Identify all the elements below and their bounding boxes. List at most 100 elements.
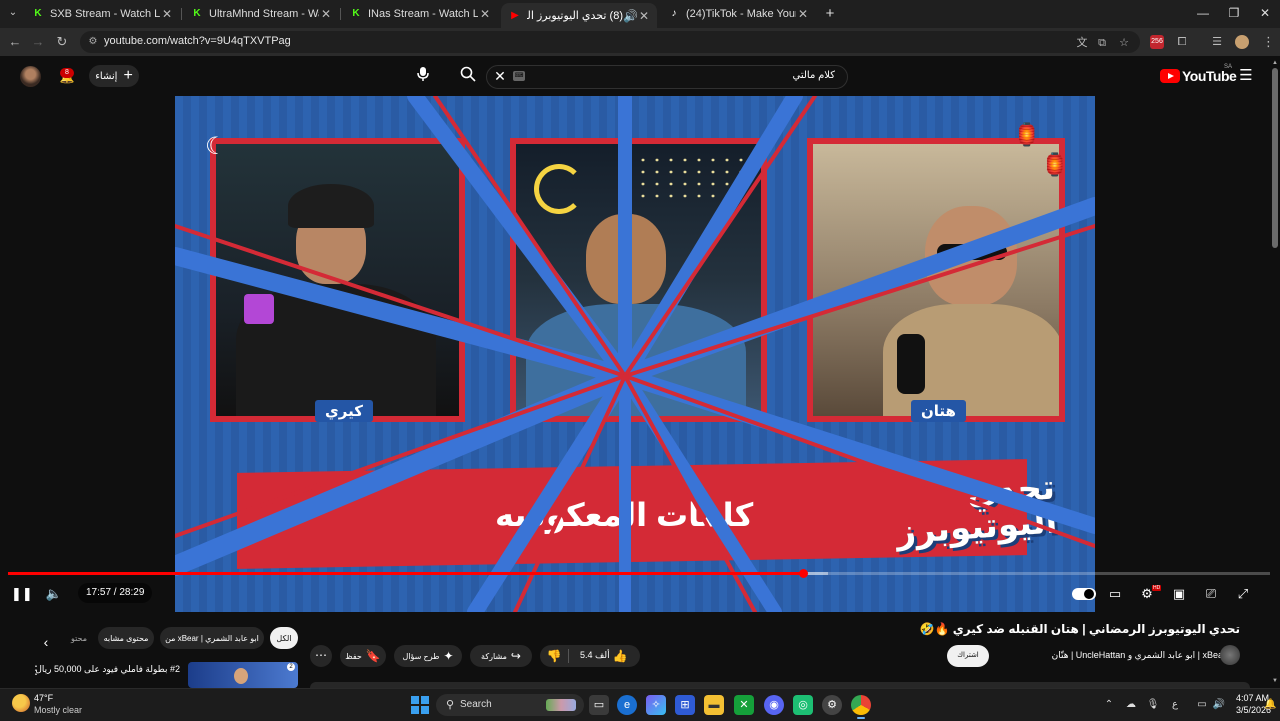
- close-tab-icon[interactable]: ✕: [478, 7, 492, 21]
- new-tab-plus-icon[interactable]: +: [822, 6, 838, 22]
- voice-search-mic-icon[interactable]: [413, 66, 433, 86]
- subtitles-icon[interactable]: ▭: [1105, 585, 1125, 603]
- speaker-icon[interactable]: 🔊: [623, 9, 638, 23]
- chips-prev-chevron-icon[interactable]: ‹: [38, 634, 54, 650]
- mic-tray-icon[interactable]: 🎙: [1146, 698, 1160, 712]
- discord-icon[interactable]: ◉: [764, 695, 784, 715]
- cast-icon[interactable]: ⎚: [1201, 585, 1221, 603]
- settings-app-icon[interactable]: ⚙: [822, 695, 842, 715]
- onedrive-cloud-icon[interactable]: ☁: [1124, 698, 1138, 712]
- volume-tray-icon[interactable]: 🔊: [1212, 698, 1226, 712]
- minimize-icon[interactable]: —: [1193, 4, 1213, 22]
- extension-badge-icon[interactable]: 256: [1150, 35, 1164, 49]
- edge-browser-icon[interactable]: e: [617, 695, 637, 715]
- browser-toolbar: ← → ↻ ⚙ youtube.com/watch?v=9U4qTXVTPag …: [0, 28, 1280, 56]
- translate-icon[interactable]: 文: [1075, 36, 1089, 50]
- whatsapp-icon[interactable]: ◎: [793, 695, 813, 715]
- search-icon[interactable]: [458, 66, 478, 86]
- window-close-icon[interactable]: ✕: [1255, 4, 1275, 22]
- close-tab-icon[interactable]: ✕: [796, 7, 810, 21]
- chrome-icon[interactable]: [851, 695, 871, 715]
- close-tab-icon[interactable]: ✕: [319, 7, 333, 21]
- clear-search-icon[interactable]: ✕: [492, 68, 508, 84]
- chip-all[interactable]: الكل: [270, 627, 298, 649]
- pause-icon[interactable]: ❚❚: [11, 585, 33, 603]
- keyboard-icon[interactable]: ⌨: [513, 71, 525, 81]
- microsoft-store-icon[interactable]: ⊞: [675, 695, 695, 715]
- bookmark-star-icon[interactable]: ☆: [1117, 36, 1131, 50]
- task-view-icon[interactable]: ▭: [589, 695, 609, 715]
- weather-condition[interactable]: Mostly clear: [34, 705, 82, 715]
- taskbar-search[interactable]: ⚲ Search: [436, 694, 584, 716]
- scroll-up-icon[interactable]: ▲: [1270, 58, 1280, 68]
- lantern-icon: 🏮: [1041, 152, 1069, 177]
- progress-bar[interactable]: [8, 569, 1270, 578]
- reading-list-icon[interactable]: ☰: [1210, 35, 1224, 49]
- tab-youtube-active[interactable]: ▶ (8) تحدي اليوتيوبرز الرمضاني 🔊 ✕: [501, 3, 657, 28]
- video-player[interactable]: كلمات المعكوسه تحدي اليوتيوبرز كيري هتان…: [0, 96, 1270, 612]
- profile-avatar[interactable]: [1235, 35, 1249, 49]
- plus-icon: +: [123, 67, 133, 84]
- tab-title: INas Stream - Watch Live on Ki: [368, 8, 478, 20]
- recommended-video-thumbnail[interactable]: [188, 662, 298, 688]
- youtube-logo[interactable]: YouTube SA: [1160, 64, 1237, 84]
- volume-icon[interactable]: 🔈: [44, 585, 64, 603]
- more-actions-icon[interactable]: ⋯: [310, 645, 332, 667]
- close-tab-icon[interactable]: ✕: [160, 7, 174, 21]
- scrollbar-thumb[interactable]: [1272, 68, 1278, 248]
- input-language-indicator[interactable]: ع: [1168, 698, 1182, 712]
- progress-scrubber[interactable]: [799, 569, 809, 578]
- address-bar[interactable]: ⚙ youtube.com/watch?v=9U4qTXVTPag 文 ⧉ ☆: [80, 31, 1140, 53]
- tab-sxb-stream[interactable]: K SXB Stream - Watch Live on Ki ✕: [24, 3, 180, 25]
- browser-menu-icon[interactable]: ⋮: [1262, 34, 1275, 50]
- open-in-app-icon[interactable]: ⧉: [1095, 36, 1109, 50]
- youtube-logo-icon: ▶: [511, 9, 519, 21]
- notification-center-icon[interactable]: 🔔: [1264, 698, 1276, 712]
- chip-from-channel[interactable]: من xBear | ابو عابد الشمري: [160, 627, 264, 649]
- copilot-icon[interactable]: ✧: [646, 695, 666, 715]
- tab-tiktok[interactable]: ♪ (24)TikTok - Make Your Day ✕: [660, 3, 816, 25]
- subscribe-button[interactable]: اشتراك: [947, 645, 989, 667]
- show-hidden-icons-chevron-icon[interactable]: ⌃: [1102, 698, 1116, 712]
- tab-inas-stream[interactable]: K INas Stream - Watch Live on Ki ✕: [342, 3, 498, 25]
- weather-icon[interactable]: [12, 694, 30, 712]
- page-scrollbar[interactable]: ▲ ▼: [1270, 56, 1280, 688]
- search-input[interactable]: ⌨ كلام مالتي: [486, 65, 848, 89]
- video-frame[interactable]: كلمات المعكوسه تحدي اليوتيوبرز كيري هتان…: [175, 96, 1095, 612]
- like-thumb-icon[interactable]: 👍: [612, 648, 628, 664]
- xbox-icon[interactable]: ✕: [734, 695, 754, 715]
- tab-search-chevron-icon[interactable]: ⌄: [5, 5, 21, 21]
- tab-ultramhnd-stream[interactable]: K UltraMhnd Stream - Watch Live ✕: [183, 3, 339, 25]
- reload-icon[interactable]: ↻: [54, 34, 70, 50]
- user-avatar[interactable]: [20, 66, 41, 87]
- recommended-badge: 2: [287, 663, 295, 671]
- site-info-icon[interactable]: ⚙: [86, 35, 100, 49]
- search-query-text[interactable]: كلام مالتي: [793, 70, 836, 81]
- autoplay-toggle[interactable]: [1072, 588, 1096, 600]
- save-button[interactable]: حفظ 🔖: [340, 645, 386, 667]
- forward-arrow-icon[interactable]: →: [30, 34, 46, 50]
- chip-related-truncated[interactable]: محتو: [64, 627, 94, 649]
- guide-menu-icon[interactable]: ☰: [1238, 68, 1254, 84]
- back-arrow-icon[interactable]: ←: [7, 34, 23, 50]
- file-explorer-icon[interactable]: ▬: [704, 695, 724, 715]
- ask-question-button[interactable]: طرح سؤال ✦: [394, 645, 462, 667]
- windows-start-icon[interactable]: [411, 696, 429, 714]
- network-icon[interactable]: ▭: [1195, 698, 1209, 712]
- close-tab-icon[interactable]: ✕: [637, 9, 651, 23]
- share-button[interactable]: مشاركة ↪: [470, 645, 532, 667]
- thumbnail-face: [234, 668, 248, 684]
- restore-icon[interactable]: ❐: [1224, 4, 1244, 22]
- recommended-video-title[interactable]: #2 بطولة فاملي فيود على 50,000 ريال: [35, 664, 180, 675]
- chip-similar-content[interactable]: محتوى مشابه: [98, 627, 154, 649]
- scroll-down-icon[interactable]: ▼: [1270, 676, 1280, 686]
- channel-names[interactable]: xBear | ابو عابد الشمري و UncleHattan | …: [1052, 650, 1226, 661]
- dislike-thumb-icon[interactable]: 👎: [546, 648, 562, 664]
- fullscreen-icon[interactable]: ⤢: [1233, 585, 1253, 603]
- weather-temperature[interactable]: 47°F: [34, 693, 53, 703]
- url-text[interactable]: youtube.com/watch?v=9U4qTXVTPag: [104, 35, 291, 47]
- extensions-puzzle-icon[interactable]: ⧠: [1175, 35, 1189, 49]
- theater-mode-icon[interactable]: ▣: [1169, 585, 1189, 603]
- create-button[interactable]: إنشاء +: [89, 65, 139, 87]
- channel-avatar[interactable]: [1220, 645, 1240, 665]
